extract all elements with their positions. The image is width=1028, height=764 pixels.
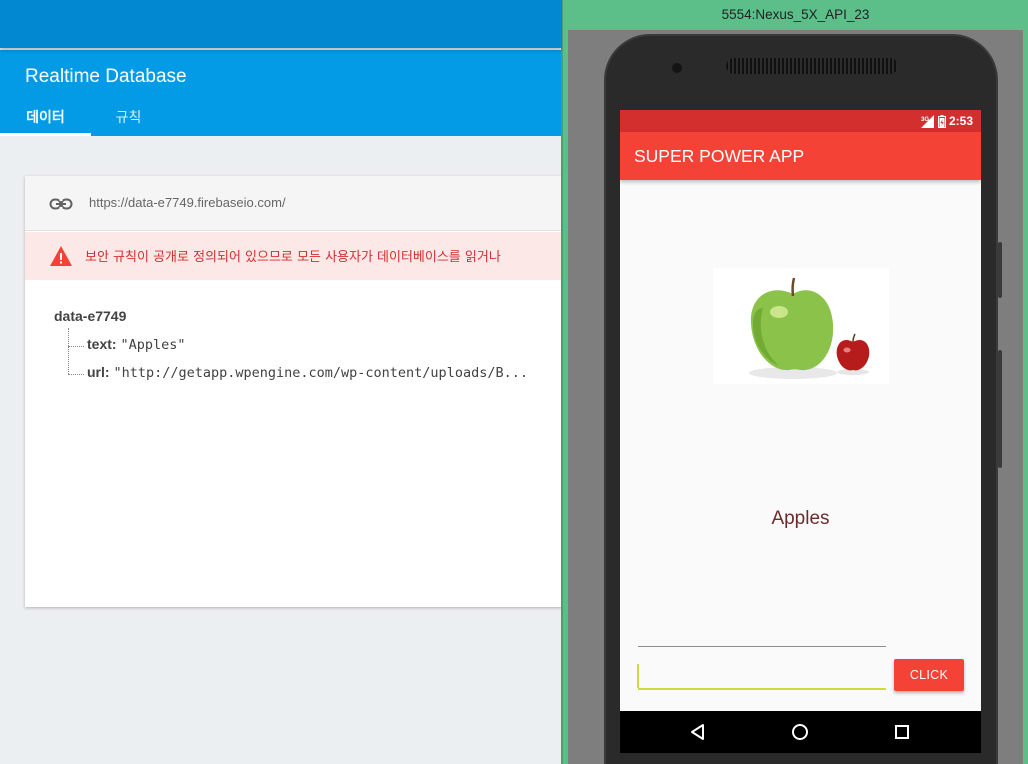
data-tree: data-e7749 text: "Apples" url: "http://g… [54, 308, 528, 381]
firebase-console: Realtime Database 데이터 규칙 https://data-e7… [0, 0, 562, 764]
recents-icon[interactable] [892, 722, 912, 742]
text-cursor [637, 664, 639, 688]
navigation-bar [620, 711, 981, 753]
emulator-title: 5554:Nexus_5X_API_23 [721, 7, 870, 22]
database-header: Realtime Database 데이터 규칙 [0, 50, 562, 136]
tree-connector [68, 374, 84, 375]
camera-icon [672, 63, 682, 73]
tree-value[interactable]: "http://getapp.wpengine.com/wp-content/u… [113, 365, 528, 381]
emulator-viewport: 3G 2:53 SUPER POWER APP Apples CLICK [568, 30, 1023, 764]
tree-connector [68, 328, 69, 374]
tree-child-text[interactable]: text: "Apples" [87, 336, 185, 353]
warning-icon [50, 246, 72, 266]
tree-key: url: [87, 364, 110, 380]
text-input[interactable] [638, 662, 886, 690]
console-top-bar [0, 0, 562, 48]
speaker-grille [726, 58, 898, 74]
network-type-label: 3G [921, 117, 929, 123]
app-title: SUPER POWER APP [634, 146, 805, 166]
desktop: Realtime Database 데이터 규칙 https://data-e7… [0, 0, 1028, 764]
apple-image [713, 268, 889, 384]
tree-key: text: [87, 336, 117, 352]
tree-root-node[interactable]: data-e7749 [54, 308, 126, 324]
tab-data[interactable]: 데이터 [0, 102, 91, 136]
database-card: https://data-e7749.firebaseio.com/ 보안 규칙… [25, 176, 562, 607]
status-bar: 3G 2:53 [620, 110, 981, 132]
click-button[interactable]: CLICK [894, 659, 964, 691]
status-icons: 3G 2:53 [920, 113, 973, 129]
battery-icon [937, 114, 946, 128]
home-icon[interactable] [790, 722, 810, 742]
power-button[interactable] [998, 242, 1002, 298]
tab-rules[interactable]: 규칙 [91, 102, 166, 136]
security-warning-text: 보안 규칙이 공개로 정의되어 있으므로 모든 사용자가 데이터베이스를 읽거나 [85, 250, 501, 265]
phone-frame: 3G 2:53 SUPER POWER APP Apples CLICK [604, 34, 1002, 764]
volume-button[interactable] [998, 350, 1002, 468]
link-icon[interactable] [49, 194, 73, 214]
back-icon[interactable] [688, 722, 708, 742]
tree-value[interactable]: "Apples" [120, 337, 185, 353]
page-title: Realtime Database [25, 66, 187, 87]
tree-connector [68, 346, 84, 347]
security-warning-banner: 보안 규칙이 공개로 정의되어 있으므로 모든 사용자가 데이터베이스를 읽거나 [25, 232, 562, 280]
tree-child-url[interactable]: url: "http://getapp.wpengine.com/wp-cont… [87, 364, 528, 381]
text-underline [638, 646, 886, 647]
database-url-bar: https://data-e7749.firebaseio.com/ [25, 176, 562, 231]
emulator-window: 5554:Nexus_5X_API_23 3G 2:53 SUPER POWER… [563, 0, 1028, 764]
phone-screen: 3G 2:53 SUPER POWER APP Apples CLICK [620, 110, 981, 753]
database-url[interactable]: https://data-e7749.firebaseio.com/ [89, 195, 286, 210]
app-bar: SUPER POWER APP [620, 132, 981, 180]
item-name-label: Apples [771, 508, 830, 529]
signal-icon: 3G [920, 114, 934, 128]
status-time: 2:53 [948, 114, 973, 128]
